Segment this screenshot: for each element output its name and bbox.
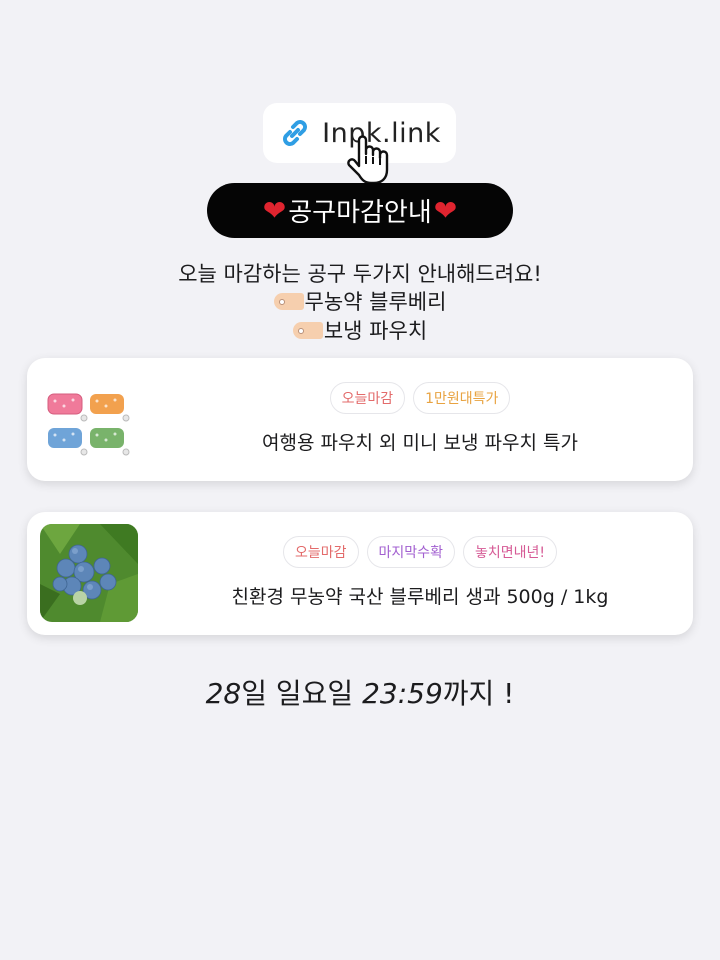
tag-icon xyxy=(273,292,304,310)
banner-title: 공구마감안내 xyxy=(288,198,432,228)
intro-item-label: 보냉 파우치 xyxy=(323,319,428,343)
badge-special-price: 1만원대특가 xyxy=(413,382,511,414)
product-card-blueberry[interactable]: 오늘마감 마지막수확 놓치면내년! 친환경 무농약 국산 블루베리 생과 500… xyxy=(27,512,693,635)
deadline-notice-banner: ❤ 공구마감안내 ❤ xyxy=(207,183,513,238)
intro-text: 오늘 마감하는 공구 두가지 안내해드려요! xyxy=(178,262,542,286)
deadline-day-text: 일 일요일 xyxy=(241,677,363,710)
product-card-pouch[interactable]: 오늘마감 1만원대특가 여행용 파우치 외 미니 보냉 파우치 특가 xyxy=(27,358,693,481)
link-icon xyxy=(278,116,312,150)
heart-icon: ❤ xyxy=(433,193,458,227)
badge-today-deadline: 오늘마감 xyxy=(283,536,359,568)
hand-cursor-icon xyxy=(347,135,389,185)
deadline-text: 28일 일요일 23:59까지 ! xyxy=(0,672,720,712)
intro-item-pouch: 보냉 파우치 xyxy=(0,315,720,345)
deadline-day-number: 28 xyxy=(205,677,242,710)
pouches-thumbnail xyxy=(40,370,138,468)
intro-item-label: 무농약 블루베리 xyxy=(304,290,447,314)
badge-last-harvest: 마지막수확 xyxy=(366,536,455,568)
intro-item-blueberry: 무농약 블루베리 xyxy=(0,286,720,316)
product-title: 여행용 파우치 외 미니 보냉 파우치 특가 xyxy=(262,432,578,454)
badge-today-deadline: 오늘마감 xyxy=(329,382,406,414)
blueberry-thumbnail xyxy=(40,524,138,622)
deadline-suffix: 까지 ! xyxy=(442,677,515,710)
badge-dont-miss: 놓치면내년! xyxy=(462,536,557,568)
product-title: 친환경 무농약 국산 블루베리 생과 500g / 1kg xyxy=(231,586,609,608)
deadline-time: 23:59 xyxy=(362,677,443,710)
tag-icon xyxy=(292,321,323,339)
heart-icon: ❤ xyxy=(262,193,287,227)
